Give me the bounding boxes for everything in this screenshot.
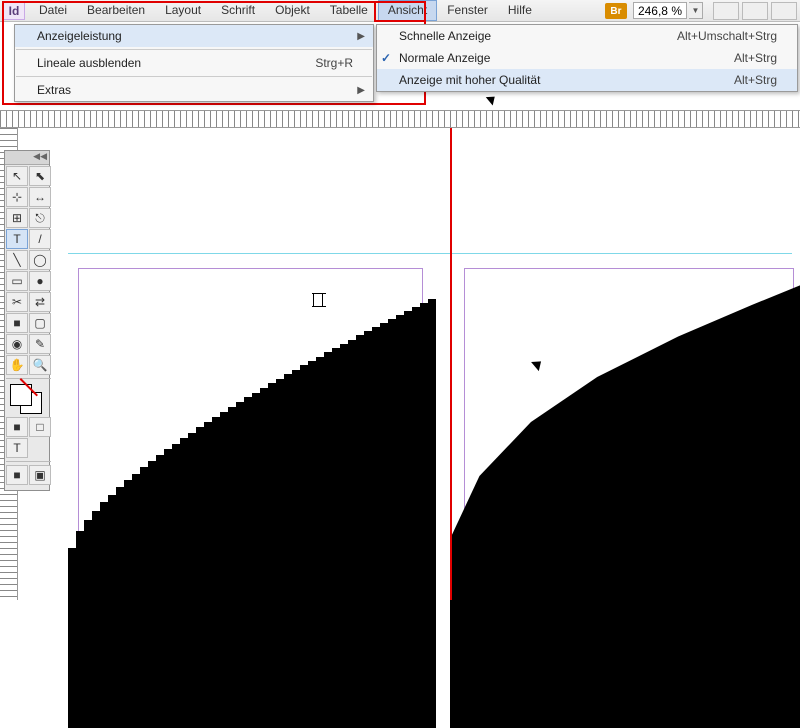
tool-6[interactable]: T xyxy=(6,229,28,249)
dd-lineale-ausblenden[interactable]: Lineale ausblenden Strg+R xyxy=(15,52,373,74)
dd-anzeigeleistung[interactable]: Anzeigeleistung ▶ xyxy=(15,25,373,47)
dd-schnelle-anzeige[interactable]: Schnelle Anzeige Alt+Umschalt+Strg xyxy=(377,25,797,47)
screen-mode-1[interactable]: ▣ xyxy=(29,465,51,485)
tool-5[interactable]: ⎋ xyxy=(29,208,51,228)
screen-mode-icon[interactable] xyxy=(742,2,768,20)
tool-19[interactable]: 🔍 xyxy=(29,355,51,375)
tool-11[interactable]: ● xyxy=(29,271,51,291)
tool-separator xyxy=(6,378,51,379)
panel-collapse-icon[interactable]: ◀◀ xyxy=(5,151,49,165)
menu-tabelle[interactable]: Tabelle xyxy=(320,0,378,21)
tools-panel[interactable]: ◀◀ ↖⬉⊹↔⊞⎋T/╲◯▭●✂⇄■▢◉✎✋🔍■□T■▣ xyxy=(4,150,50,491)
dd-label: Anzeigeleistung xyxy=(37,29,122,43)
arrange-icon[interactable] xyxy=(771,2,797,20)
dd-shortcut: Alt+Umschalt+Strg xyxy=(677,29,777,43)
menu-objekt[interactable]: Objekt xyxy=(265,0,320,21)
tool-10[interactable]: ▭ xyxy=(6,271,28,291)
tool-7[interactable]: / xyxy=(29,229,51,249)
fill-stroke-swatch[interactable] xyxy=(6,382,51,416)
apply-mode-2[interactable]: T xyxy=(6,438,28,458)
dd-label: Schnelle Anzeige xyxy=(399,29,491,43)
dd-extras[interactable]: Extras ▶ xyxy=(15,79,373,101)
ansicht-dropdown: Anzeigeleistung ▶ Lineale ausblenden Str… xyxy=(14,24,374,102)
submenu-arrow-icon: ▶ xyxy=(357,85,365,96)
menu-fenster[interactable]: Fenster xyxy=(437,0,498,21)
dd-label: Extras xyxy=(37,83,71,97)
tool-2[interactable]: ⊹ xyxy=(6,187,28,207)
menubar: Id Datei Bearbeiten Layout Schrift Objek… xyxy=(0,0,800,22)
dd-label: Lineale ausblenden xyxy=(37,56,141,70)
tool-14[interactable]: ■ xyxy=(6,313,28,333)
tool-12[interactable]: ✂ xyxy=(6,292,28,312)
dd-hohe-qualitaet[interactable]: Anzeige mit hoher Qualität Alt+Strg xyxy=(377,69,797,91)
dd-label: Anzeige mit hoher Qualität xyxy=(399,73,540,87)
tool-9[interactable]: ◯ xyxy=(29,250,51,270)
dd-separator xyxy=(16,76,372,77)
dd-normale-anzeige[interactable]: ✓ Normale Anzeige Alt+Strg xyxy=(377,47,797,69)
menu-ansicht[interactable]: Ansicht xyxy=(378,0,437,21)
tool-15[interactable]: ▢ xyxy=(29,313,51,333)
anzeigeleistung-submenu: Schnelle Anzeige Alt+Umschalt+Strg ✓ Nor… xyxy=(376,24,798,92)
submenu-arrow-icon: ▶ xyxy=(357,31,365,42)
tool-16[interactable]: ◉ xyxy=(6,334,28,354)
tool-8[interactable]: ╲ xyxy=(6,250,28,270)
document-canvas[interactable] xyxy=(18,128,800,600)
horizontal-ruler[interactable] xyxy=(0,110,800,128)
tool-1[interactable]: ⬉ xyxy=(29,166,51,186)
menu-bearbeiten[interactable]: Bearbeiten xyxy=(77,0,155,21)
tool-separator xyxy=(6,461,51,462)
apply-mode-1[interactable]: □ xyxy=(29,417,51,437)
tool-18[interactable]: ✋ xyxy=(6,355,28,375)
menu-schrift[interactable]: Schrift xyxy=(211,0,265,21)
comparison-divider xyxy=(450,128,452,600)
dd-shortcut: Alt+Strg xyxy=(734,73,777,87)
tool-17[interactable]: ✎ xyxy=(29,334,51,354)
guide-line[interactable] xyxy=(68,253,792,254)
app-icon: Id xyxy=(3,1,25,20)
zoom-field[interactable]: 246,8 % xyxy=(633,2,687,19)
tool-3[interactable]: ↔ xyxy=(29,187,51,207)
dd-shortcut: Alt+Strg xyxy=(734,51,777,65)
apply-mode-0[interactable]: ■ xyxy=(6,417,28,437)
dd-label: Normale Anzeige xyxy=(399,51,490,65)
bridge-icon[interactable]: Br xyxy=(605,3,627,19)
tool-0[interactable]: ↖ xyxy=(6,166,28,186)
menu-layout[interactable]: Layout xyxy=(155,0,211,21)
menu-datei[interactable]: Datei xyxy=(29,0,77,21)
dd-separator xyxy=(16,49,372,50)
screen-mode-0[interactable]: ■ xyxy=(6,465,28,485)
dd-shortcut: Strg+R xyxy=(315,56,353,70)
zoom-dropdown-icon[interactable]: ▼ xyxy=(689,2,703,19)
tool-4[interactable]: ⊞ xyxy=(6,208,28,228)
tool-13[interactable]: ⇄ xyxy=(29,292,51,312)
check-icon: ✓ xyxy=(381,51,391,65)
menu-hilfe[interactable]: Hilfe xyxy=(498,0,542,21)
text-cursor-icon xyxy=(313,293,323,307)
mouse-cursor-icon xyxy=(486,93,498,106)
view-options-icon[interactable] xyxy=(713,2,739,20)
